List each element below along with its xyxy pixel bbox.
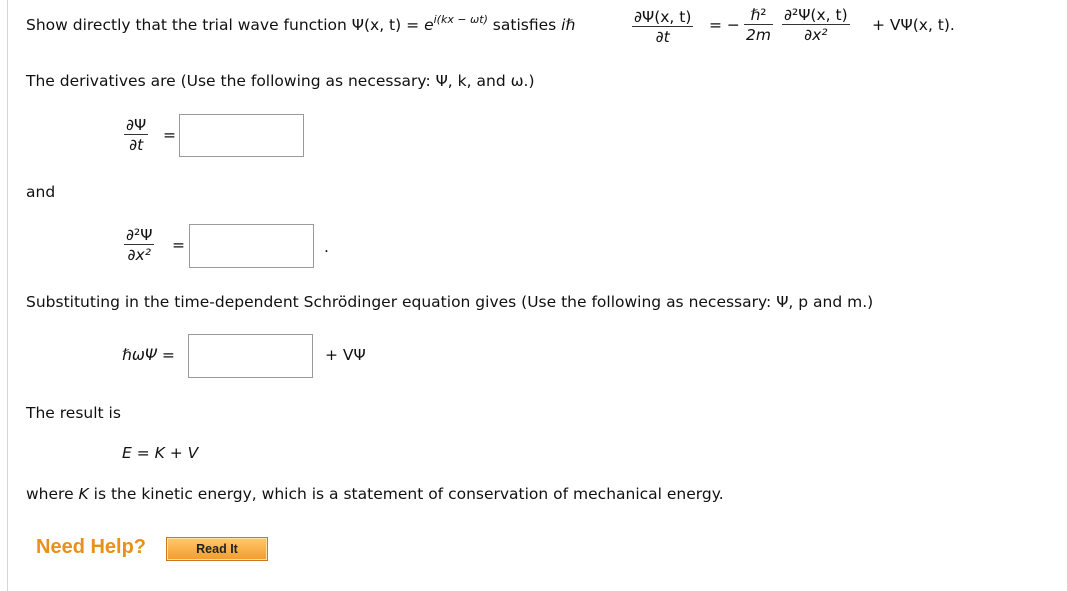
dx2-equals: = (172, 236, 185, 254)
dt-answer-input[interactable] (179, 114, 304, 157)
dx2-numerator: ∂²Ψ (126, 226, 153, 244)
coef-denominator: 2m (746, 26, 771, 44)
psi-xt: Ψ(x, t) (351, 16, 402, 34)
dt-numerator: ∂Ψ (126, 116, 147, 134)
dt-fraction: ∂Ψ ∂t (124, 116, 149, 155)
coef-fraction: ℏ² 2m (744, 6, 773, 45)
energy-equation: E = K + V (122, 444, 199, 462)
lhs-fraction: ∂Ψ(x, t) ∂t (632, 8, 694, 47)
dx2-answer-input[interactable] (189, 224, 314, 268)
substitution-answer-input[interactable] (188, 334, 313, 378)
rhs-denominator: ∂x² (804, 26, 828, 44)
read-it-button[interactable]: Read It (166, 537, 268, 561)
lhs-denominator: ∂t (655, 28, 670, 46)
rhs-numerator: ∂²Ψ(x, t) (784, 6, 848, 24)
exponent: i(kx − ωt) (433, 13, 488, 26)
lhs-numerator: ∂Ψ(x, t) (634, 8, 692, 26)
left-border-line (7, 0, 8, 591)
where-prefix: where (26, 485, 79, 503)
result-statement: where K is the kinetic energy, which is … (26, 485, 724, 503)
plus-v-psi: + VΨ (325, 346, 366, 364)
equals-sign: = (406, 16, 420, 34)
equals-minus: = − (709, 16, 740, 34)
dx2-period: . (324, 238, 329, 256)
intro-prefix: Show directly that the trial wave functi… (26, 16, 352, 34)
coef-numerator: ℏ² (750, 6, 767, 24)
substitution-text: Substituting in the time-dependent Schrö… (26, 293, 874, 311)
dt-equals: = (163, 126, 176, 144)
and-label: and (26, 183, 56, 201)
derivatives-intro: The derivatives are (Use the following a… (26, 72, 535, 90)
satisfies-text: satisfies (487, 16, 562, 34)
where-suffix: is the kinetic energy, which is a statem… (88, 485, 724, 503)
rhs-fraction: ∂²Ψ(x, t) ∂x² (782, 6, 850, 45)
result-label: The result is (26, 404, 121, 422)
equation-tail: + VΨ(x, t). (872, 16, 955, 34)
substitution-intro: Substituting in the time-dependent Schrö… (26, 293, 873, 311)
problem-statement: Show directly that the trial wave functi… (26, 13, 576, 34)
need-help-label: Need Help? (36, 536, 147, 558)
dx2-fraction: ∂²Ψ ∂x² (124, 226, 155, 265)
dt-denominator: ∂t (129, 136, 144, 154)
hbar-omega-psi: ℏωΨ = (122, 346, 175, 364)
dx2-denominator: ∂x² (127, 246, 151, 264)
k-variable: K (78, 485, 89, 503)
e-base: e (424, 16, 434, 34)
ihbar: iℏ (561, 16, 576, 34)
